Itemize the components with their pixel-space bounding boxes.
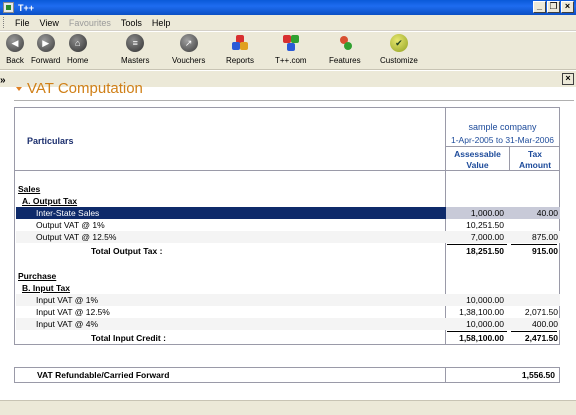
features-icon — [336, 34, 354, 52]
sales-label: Sales — [18, 184, 41, 194]
total-label: Total Input Credit : — [91, 333, 166, 343]
title-bar: T++ _ ❐ × — [0, 0, 576, 15]
header-rule — [446, 146, 560, 147]
window-title: T++ — [18, 2, 35, 13]
table-row[interactable]: Inter-State Sales 1,000.00 40.00 — [16, 207, 560, 219]
reports-blocks-icon — [231, 34, 249, 52]
reports-label: Reports — [226, 56, 255, 65]
row-tax-amount: 40.00 — [536, 208, 558, 218]
row-assessable-value: 1,000.00 — [470, 208, 504, 218]
table-row[interactable]: Output VAT @ 1% 10,251.50 — [16, 219, 560, 231]
table-row[interactable]: Input VAT @ 4% 10,000.00 400.00 — [16, 318, 560, 330]
row-assessable-value: 10,000.00 — [466, 295, 504, 305]
table-row[interactable]: Output VAT @ 12.5% 7,000.00 875.00 — [16, 231, 560, 243]
back-button[interactable]: ◀ Back — [6, 34, 24, 65]
menu-tools[interactable]: Tools — [116, 18, 147, 28]
purchase-label: Purchase — [18, 271, 57, 281]
vouchers-chart-icon: ↗ — [179, 34, 198, 52]
vouchers-button[interactable]: ↗ Vouchers — [172, 34, 205, 65]
vouchers-label: Vouchers — [172, 56, 206, 65]
customize-button[interactable]: ✔ Customize — [380, 34, 418, 65]
close-button[interactable]: × — [561, 1, 574, 13]
close-report-icon[interactable]: × — [562, 73, 574, 85]
report-period: 1-Apr-2005 to 31-Mar-2006 — [450, 135, 554, 145]
masters-icon: ≡ — [126, 34, 145, 52]
toolbar: ◀ Back ▶ Forward ⌂ Home ≡ Masters ↗ Vouc… — [0, 32, 576, 70]
tpp-com-button[interactable]: T++.com — [275, 34, 307, 65]
menu-view[interactable]: View — [35, 18, 64, 28]
minimize-button[interactable]: _ — [533, 1, 546, 13]
table-row[interactable]: Input VAT @ 12.5% 1,38,100.00 2,071.50 — [16, 306, 560, 318]
summary-value: 1,556.50 — [521, 370, 555, 380]
row-label: Inter-State Sales — [36, 208, 100, 218]
tax-amount-header: Tax Amount — [518, 149, 552, 170]
collapse-arrow-icon[interactable] — [16, 86, 22, 91]
home-button[interactable]: ⌂ Home — [67, 34, 88, 65]
page-title-text: VAT Computation — [27, 80, 143, 97]
features-label: Features — [329, 56, 361, 65]
row-label: Output VAT @ 1% — [36, 220, 105, 230]
particulars-header: Particulars — [27, 136, 74, 146]
row-tax-amount: 875.00 — [532, 232, 558, 242]
section-input-tax: B. Input Tax — [16, 282, 560, 294]
total-output-tax-row[interactable]: Total Output Tax : 18,251.50 915.00 — [16, 245, 560, 257]
forward-button[interactable]: ▶ Forward — [31, 34, 60, 65]
reports-button[interactable]: Reports — [226, 34, 254, 65]
assessable-value-header: Assessable Value — [454, 149, 501, 170]
total-tax-amount: 915.00 — [532, 246, 558, 256]
customize-label: Customize — [380, 56, 418, 65]
vat-summary-row[interactable]: VAT Refundable/Carried Forward 1,556.50 — [14, 367, 560, 383]
section-output-tax: A. Output Tax — [16, 195, 560, 207]
title-divider — [14, 100, 574, 101]
features-button[interactable]: Features — [329, 34, 361, 65]
menu-help[interactable]: Help — [147, 18, 176, 28]
tpp-logo-icon — [282, 34, 300, 52]
output-tax-label: A. Output Tax — [22, 196, 78, 206]
expand-sidebar-icon[interactable]: » — [0, 75, 10, 86]
section-purchase: Purchase — [16, 270, 560, 282]
home-icon: ⌂ — [68, 34, 87, 52]
masters-label: Masters — [121, 56, 150, 65]
header-bottom-rule — [15, 170, 560, 171]
row-assessable-value: 10,000.00 — [466, 319, 504, 329]
vat-report-table: Particulars sample company 1-Apr-2005 to… — [14, 107, 560, 345]
row-label: Input VAT @ 4% — [36, 319, 99, 329]
forward-label: Forward — [31, 56, 61, 65]
row-assessable-value: 10,251.50 — [466, 220, 504, 230]
row-assessable-value: 7,000.00 — [470, 232, 504, 242]
table-row[interactable]: Input VAT @ 1% 10,000.00 — [16, 294, 560, 306]
row-label: Input VAT @ 12.5% — [36, 307, 110, 317]
menu-bar: File View Favourites Tools Help — [0, 15, 576, 31]
tpp-com-label: T++.com — [275, 56, 307, 65]
total-assessable-value: 1,58,100.00 — [459, 333, 504, 343]
row-label: Output VAT @ 12.5% — [36, 232, 117, 242]
menu-file[interactable]: File — [10, 18, 35, 28]
total-assessable-value: 18,251.50 — [466, 246, 504, 256]
masters-button[interactable]: ≡ Masters — [121, 34, 149, 65]
back-label: Back — [6, 56, 24, 65]
row-label: Input VAT @ 1% — [36, 295, 99, 305]
menu-grip[interactable] — [3, 17, 6, 28]
total-input-credit-row[interactable]: Total Input Credit : 1,58,100.00 2,471.5… — [16, 332, 560, 344]
status-bar — [0, 400, 576, 415]
row-assessable-value: 1,38,100.00 — [459, 307, 504, 317]
company-name: sample company — [468, 122, 537, 132]
forward-arrow-icon: ▶ — [36, 34, 55, 52]
total-label: Total Output Tax : — [91, 246, 163, 256]
home-label: Home — [67, 56, 89, 65]
back-arrow-icon: ◀ — [6, 34, 24, 52]
row-tax-amount: 400.00 — [532, 319, 558, 329]
total-tax-amount: 2,471.50 — [524, 333, 558, 343]
restore-button[interactable]: ❐ — [547, 1, 560, 13]
input-tax-label: B. Input Tax — [22, 283, 71, 293]
customize-check-icon: ✔ — [389, 34, 408, 52]
menu-favourites[interactable]: Favourites — [64, 18, 116, 28]
app-icon — [3, 2, 14, 13]
section-sales: Sales — [16, 183, 560, 195]
summary-label: VAT Refundable/Carried Forward — [37, 370, 170, 380]
row-tax-amount: 2,071.50 — [524, 307, 558, 317]
page-title: VAT Computation — [16, 80, 143, 97]
